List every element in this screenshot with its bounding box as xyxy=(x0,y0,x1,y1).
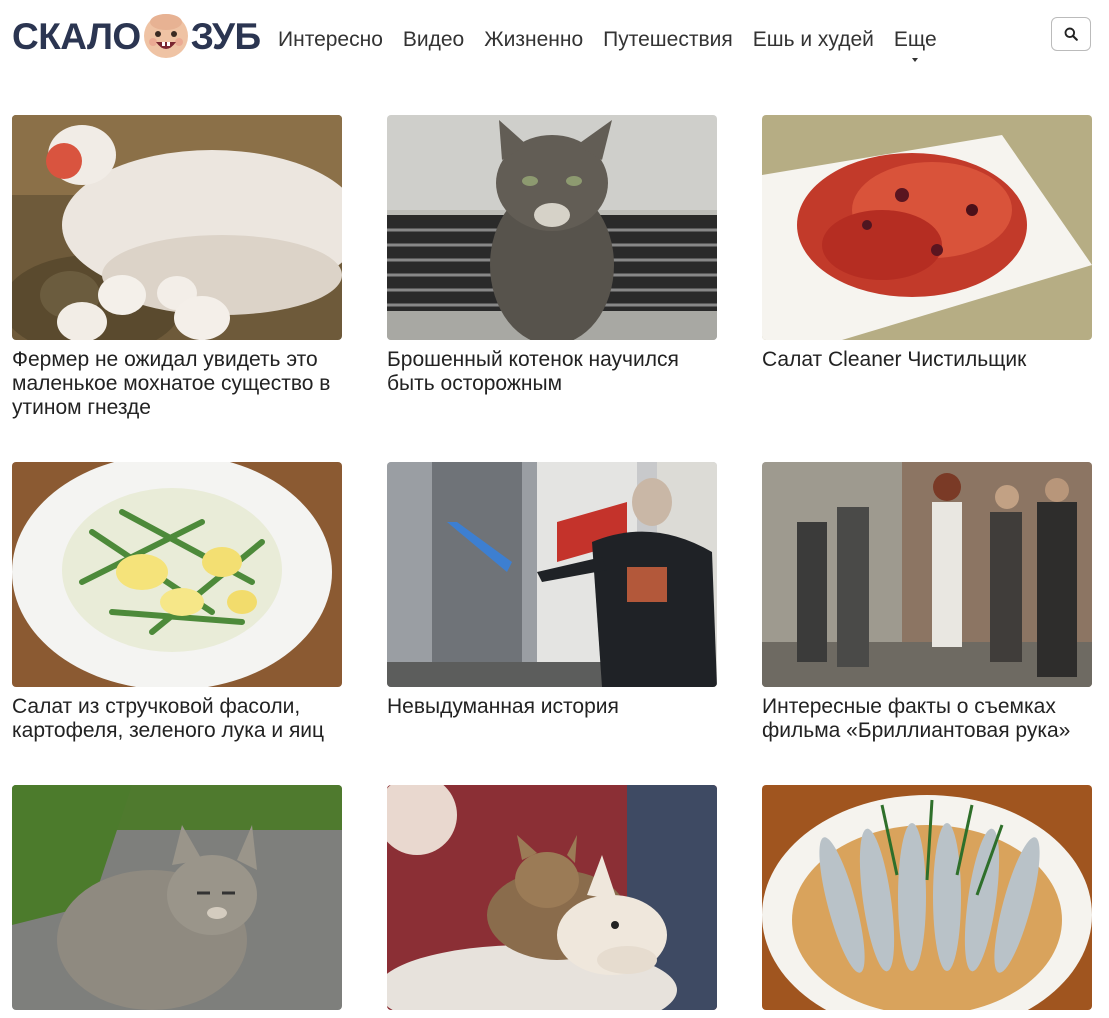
logo-text-right: ЗУБ xyxy=(190,15,261,57)
article-title[interactable]: Невыдуманная история xyxy=(387,695,717,719)
article-title[interactable]: Интересные факты о съемках фильма «Брилл… xyxy=(762,695,1092,743)
main-nav: Интересно Видео Жизненно Путешествия Ешь… xyxy=(268,25,947,62)
search-icon xyxy=(1064,27,1078,41)
article-card[interactable]: Салат Cleaner Чистильщик xyxy=(762,115,1092,372)
site-header: СКАЛО ЗУБ Интересно Видео Жизненно Путеш… xyxy=(0,0,1109,80)
article-card[interactable]: Брошенный котенок научился быть осторожн… xyxy=(387,115,717,396)
article-card[interactable] xyxy=(762,785,1092,1018)
baby-face-logo-icon xyxy=(143,14,188,58)
beet-salad-photo[interactable] xyxy=(762,115,1092,340)
article-title[interactable]: Салат Cleaner Чистильщик xyxy=(762,348,1092,372)
article-card[interactable] xyxy=(387,785,717,1018)
article-title[interactable]: Салат из стручковой фасоли, картофеля, з… xyxy=(12,695,342,743)
search-button[interactable] xyxy=(1051,17,1091,51)
article-card[interactable] xyxy=(12,785,342,1018)
film-scene-photo[interactable] xyxy=(762,462,1092,687)
article-card[interactable]: Фермер не ожидал увидеть это маленькое м… xyxy=(12,115,342,420)
article-card[interactable]: Интересные факты о съемках фильма «Брилл… xyxy=(762,462,1092,743)
article-card[interactable]: Салат из стручковой фасоли, картофеля, з… xyxy=(12,462,342,743)
nav-item-more[interactable]: Еще xyxy=(893,25,937,62)
nav-item-diet[interactable]: Ешь и худей xyxy=(753,25,874,55)
duck-nest-photo[interactable] xyxy=(12,115,342,340)
cat-and-dog-photo[interactable] xyxy=(387,785,717,1010)
nav-item-travel[interactable]: Путешествия xyxy=(603,25,733,55)
nav-item-life[interactable]: Жизненно xyxy=(484,25,583,55)
veteran-train-photo[interactable] xyxy=(387,462,717,687)
nav-item-interesting[interactable]: Интересно xyxy=(278,25,383,55)
nav-item-video[interactable]: Видео xyxy=(403,25,464,55)
article-title[interactable]: Брошенный котенок научился быть осторожн… xyxy=(387,348,717,396)
tabby-cat-photo[interactable] xyxy=(12,785,342,1010)
site-logo[interactable]: СКАЛО ЗУБ xyxy=(12,10,261,62)
caret-down-icon xyxy=(912,58,919,62)
article-card[interactable]: Невыдуманная история xyxy=(387,462,717,719)
nav-item-more-label: Еще xyxy=(893,28,937,51)
logo-text-left: СКАЛО xyxy=(12,15,141,57)
cat-on-grate-photo[interactable] xyxy=(387,115,717,340)
bean-salad-photo[interactable] xyxy=(12,462,342,687)
fish-dish-photo[interactable] xyxy=(762,785,1092,1010)
article-title[interactable]: Фермер не ожидал увидеть это маленькое м… xyxy=(12,348,342,420)
